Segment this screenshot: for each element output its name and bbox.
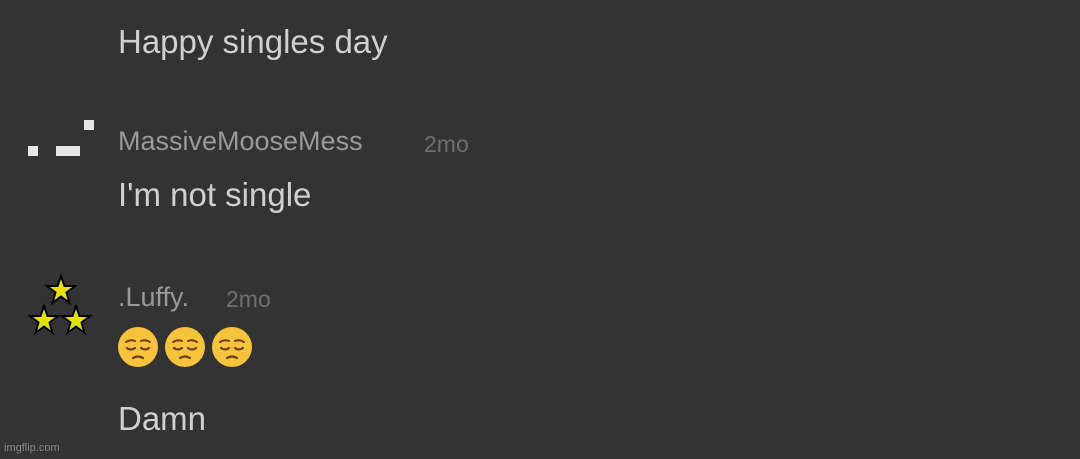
user-avatar-massivemoosemess[interactable]	[28, 118, 96, 163]
pensive-face-icon	[118, 327, 158, 367]
watermark: imgflip.com	[4, 442, 60, 454]
comment-timestamp: 2mo	[424, 131, 469, 157]
username-luffy[interactable]: .Luffy.	[118, 284, 189, 311]
stars-icon	[27, 272, 93, 336]
username-massivemoosemess[interactable]: MassiveMooseMess	[118, 128, 363, 155]
user-avatar-luffy[interactable]	[27, 272, 94, 341]
comment-timestamp: 2mo	[226, 286, 271, 312]
emoji-row	[117, 326, 253, 368]
pensive-face-icon	[212, 327, 252, 367]
root-message-text: Happy singles day	[118, 23, 388, 60]
pixel-blocks-icon	[28, 120, 94, 156]
comment-text: Damn	[118, 400, 207, 437]
comment-text: I'm not single	[118, 176, 312, 213]
pensive-face-icon	[165, 327, 205, 367]
